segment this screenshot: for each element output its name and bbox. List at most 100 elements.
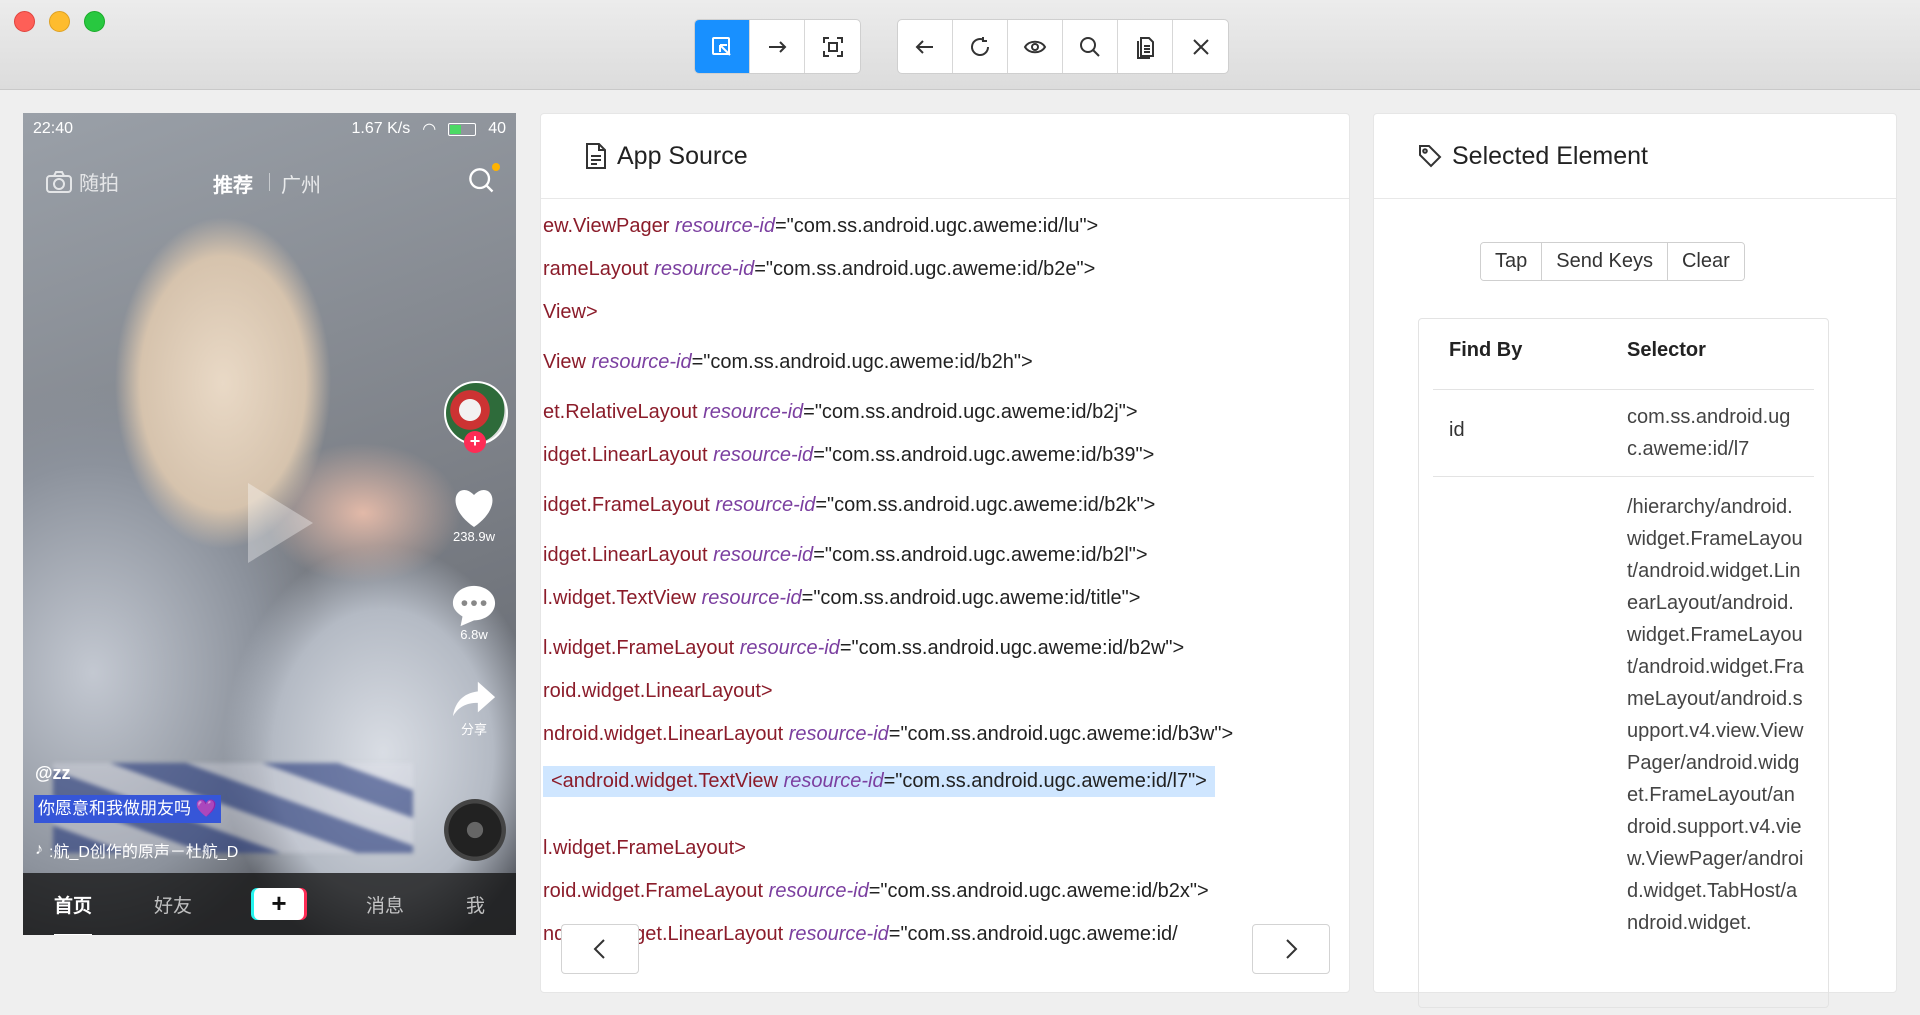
minimize-window-button[interactable] <box>49 11 70 32</box>
tag-icon <box>1419 145 1442 168</box>
music-disc[interactable] <box>444 799 506 861</box>
camera-shortcut[interactable]: 随拍 <box>45 167 119 196</box>
node-tag: ew.ViewPager <box>543 215 675 237</box>
select-mode-button[interactable] <box>695 20 750 73</box>
node-value: ="com.ss.android.ugc.aweme:id/b2l"> <box>813 544 1148 566</box>
tab-messages[interactable]: 消息 <box>366 891 404 918</box>
tab-friends[interactable]: 好友 <box>154 891 192 918</box>
chevron-right-icon <box>1286 939 1298 959</box>
swipe-mode-button[interactable] <box>750 20 805 73</box>
create-video-button[interactable]: + <box>253 888 304 920</box>
search-icon <box>1080 36 1100 57</box>
source-node[interactable]: idget.LinearLayout resource-id="com.ss.a… <box>543 444 1154 467</box>
source-node[interactable]: roid.widget.LinearLayout> <box>543 680 773 703</box>
refresh-button[interactable] <box>953 20 1008 73</box>
back-button[interactable] <box>898 20 953 73</box>
app-source-header: App Source <box>541 114 1349 199</box>
close-icon <box>1192 38 1209 55</box>
node-tag: l.widget.FrameLayout> <box>543 837 746 859</box>
video-caption[interactable]: 你愿意和我做朋友吗 💜 <box>34 795 221 823</box>
play-icon[interactable] <box>248 483 313 563</box>
node-tag: <android.widget.TextView <box>551 770 784 792</box>
nav-divider <box>269 173 270 191</box>
zoom-window-button[interactable] <box>84 11 105 32</box>
back-icon <box>915 39 933 54</box>
comment-count: 6.8w <box>460 627 488 642</box>
like-button[interactable]: 238.9w <box>442 485 506 544</box>
app-source-panel: App Source ayout>ew.ViewPager resource-i… <box>540 113 1350 993</box>
quit-session-button[interactable] <box>1173 20 1228 73</box>
share-button[interactable]: 分享 <box>442 679 506 738</box>
node-value: ="com.ss.android.ugc.aweme:id/b39"> <box>813 444 1155 466</box>
node-tag: View <box>543 351 592 373</box>
camera-label: 随拍 <box>79 173 119 195</box>
source-node-selected[interactable]: <android.widget.TextView resource-id="co… <box>543 766 1215 797</box>
source-node[interactable]: ndroid.widget.LinearLayout resource-id="… <box>543 723 1233 746</box>
search-button[interactable] <box>1063 20 1118 73</box>
node-value: ="com.ss.android.ugc.aweme:id/b3w"> <box>888 723 1234 745</box>
source-node[interactable]: View resource-id="com.ss.android.ugc.awe… <box>543 351 1033 374</box>
creator-username[interactable]: @zz <box>35 763 71 784</box>
screenshot-icon <box>822 36 843 57</box>
send-keys-button[interactable]: Send Keys <box>1542 243 1668 280</box>
source-node[interactable]: l.widget.TextView resource-id="com.ss.an… <box>543 587 1140 610</box>
recorder-button[interactable] <box>1118 20 1173 73</box>
notification-dot <box>492 163 500 171</box>
node-value: ="com.ss.android.ugc.aweme:id/b2x"> <box>868 880 1209 902</box>
tap-coordinates-button[interactable] <box>805 20 860 73</box>
table-row-selector[interactable]: com.ss.android.ugc.aweme:id/l7 <box>1627 401 1805 465</box>
table-row-selector[interactable]: /hierarchy/android.widget.FrameLayout/an… <box>1627 491 1805 939</box>
source-node[interactable]: l.widget.FrameLayout> <box>543 837 746 860</box>
element-actions: Tap Send Keys Clear <box>1480 242 1745 281</box>
follow-button[interactable]: + <box>464 431 486 453</box>
show-element-button[interactable] <box>1008 20 1063 73</box>
column-find-by: Find By <box>1449 339 1523 361</box>
device-screenshot[interactable]: 22:40 1.67 K/s ◠ 40 随拍 推荐 广州 + 238.9w 6.… <box>23 113 516 935</box>
tab-city[interactable]: 广州 <box>281 169 321 198</box>
source-node[interactable]: ew.ViewPager resource-id="com.ss.android… <box>543 215 1098 238</box>
node-value: ="com.ss.android.ugc.aweme:id/b2w"> <box>839 637 1185 659</box>
music-title: :航_D创作的原声－杜航_D <box>49 844 239 861</box>
close-window-button[interactable] <box>14 11 35 32</box>
source-node[interactable]: idget.LinearLayout resource-id="com.ss.a… <box>543 544 1148 567</box>
tab-recommend[interactable]: 推荐 <box>213 169 253 198</box>
tab-me[interactable]: 我 <box>466 891 485 918</box>
table-divider <box>1433 389 1814 390</box>
node-value: ="com.ss.android.ugc.aweme:id/b2h"> <box>691 351 1033 373</box>
tap-button[interactable]: Tap <box>1481 243 1543 280</box>
device-search-button[interactable] <box>468 167 496 201</box>
scroll-left-button[interactable] <box>561 924 639 974</box>
node-value: ="com.ss.android.ugc.aweme:id/l7"> <box>883 770 1207 792</box>
node-tag: et.RelativeLayout <box>543 401 704 423</box>
source-node[interactable]: View> <box>543 301 598 324</box>
node-attribute: resource-id <box>783 770 884 792</box>
node-attribute: resource-id <box>739 637 840 659</box>
tab-home[interactable]: 首页 <box>53 891 93 935</box>
source-node[interactable]: et.RelativeLayout resource-id="com.ss.an… <box>543 401 1138 424</box>
scroll-right-button[interactable] <box>1252 924 1330 974</box>
source-node[interactable]: rameLayout resource-id="com.ss.android.u… <box>543 258 1095 281</box>
source-node[interactable]: l.widget.FrameLayout resource-id="com.ss… <box>543 637 1184 660</box>
source-node[interactable]: roid.widget.FrameLayout resource-id="com… <box>543 880 1209 903</box>
selected-element-header: Selected Element <box>1374 114 1896 199</box>
music-info[interactable]: ♪ :航_D创作的原声－杜航_D <box>35 838 238 862</box>
status-time: 22:40 <box>33 120 74 137</box>
node-tag: rameLayout <box>543 258 655 280</box>
comment-icon <box>452 585 496 627</box>
status-speed: 1.67 K/s <box>351 120 411 137</box>
selected-element-title: Selected Element <box>1452 141 1648 170</box>
source-node[interactable]: idget.FrameLayout resource-id="com.ss.an… <box>543 494 1155 517</box>
node-tag: roid.widget.LinearLayout> <box>543 680 773 702</box>
music-note-icon: ♪ <box>35 841 43 858</box>
node-value: ="com.ss.android.ugc.aweme:id/ <box>888 923 1178 945</box>
node-attribute: resource-id <box>768 880 869 902</box>
comment-button[interactable]: 6.8w <box>442 583 506 642</box>
node-attribute: resource-id <box>674 215 775 237</box>
clear-button[interactable]: Clear <box>1667 243 1744 280</box>
window-titlebar <box>0 0 1920 90</box>
like-count: 238.9w <box>453 529 495 544</box>
app-source-title: App Source <box>617 141 748 170</box>
table-row-findby: id <box>1449 419 1465 441</box>
source-tree: ayout>ew.ViewPager resource-id="com.ss.a… <box>541 200 1349 994</box>
node-value: ="com.ss.android.ugc.aweme:id/b2e"> <box>754 258 1096 280</box>
